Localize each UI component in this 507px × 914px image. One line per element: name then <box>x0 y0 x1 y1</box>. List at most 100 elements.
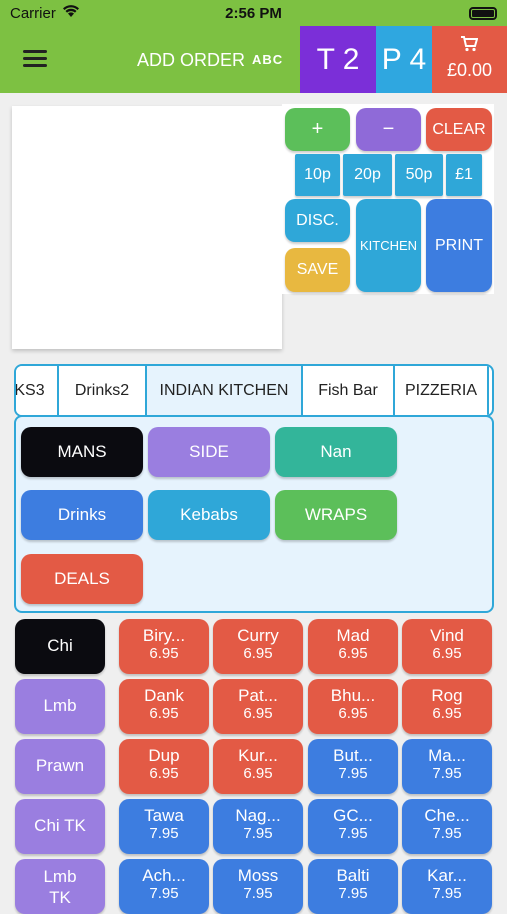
menu-item[interactable]: Biry... 6.95 <box>119 619 209 674</box>
meat-lamb-button[interactable]: Lmb <box>15 679 105 734</box>
10p-button[interactable]: 10p <box>295 154 340 196</box>
status-time: 2:56 PM <box>225 5 282 22</box>
menu-item[interactable]: Kar... 7.95 <box>402 859 492 914</box>
kitchen-tab-strip: KS3 Drinks2 INDIAN KITCHEN Fish Bar PIZZ… <box>14 364 494 417</box>
category-wraps[interactable]: WRAPS <box>275 490 397 540</box>
menu-item[interactable]: Ach... 7.95 <box>119 859 209 914</box>
item-name: Dank <box>144 686 184 705</box>
menu-item[interactable]: GC... 7.95 <box>308 799 398 854</box>
item-price: 7.95 <box>338 885 368 902</box>
meat-prawn-button[interactable]: Prawn <box>15 739 105 794</box>
20p-button[interactable]: 20p <box>343 154 392 196</box>
menu-item[interactable]: Kur... 6.95 <box>213 739 303 794</box>
item-price: 6.95 <box>338 645 368 662</box>
category-deals[interactable]: DEALS <box>21 554 143 604</box>
menu-item[interactable]: Ma... 7.95 <box>402 739 492 794</box>
50p-button[interactable]: 50p <box>395 154 443 196</box>
tab-drinks2[interactable]: Drinks2 <box>59 366 147 415</box>
meat-lamb-tikka-button[interactable]: Lmb TK <box>15 859 105 914</box>
item-price: 6.95 <box>243 645 273 662</box>
item-price: 6.95 <box>432 705 462 722</box>
abc-keyboard-icon[interactable]: ABC <box>252 52 283 67</box>
item-price: 7.95 <box>149 885 179 902</box>
item-name: Pat... <box>238 686 278 705</box>
menu-item[interactable]: Rog 6.95 <box>402 679 492 734</box>
item-price: 6.95 <box>338 705 368 722</box>
tab-pizzeria[interactable]: PIZZERIA <box>395 366 489 415</box>
item-name: Mad <box>336 626 370 645</box>
cart-button[interactable]: £0.00 <box>432 26 507 93</box>
item-name: Ach... <box>142 866 186 885</box>
item-price: 7.95 <box>243 885 273 902</box>
tab-fish-bar[interactable]: Fish Bar <box>303 366 395 415</box>
persons-button[interactable]: P 4 <box>376 26 432 93</box>
menu-item[interactable]: Curry 6.95 <box>213 619 303 674</box>
item-price: 6.95 <box>432 645 462 662</box>
tab-ks3[interactable]: KS3 <box>16 366 59 415</box>
item-name: Moss <box>237 866 279 885</box>
item-price: 7.95 <box>338 825 368 842</box>
meat-label: Chi TK <box>34 816 86 835</box>
save-button[interactable]: SAVE <box>285 248 350 292</box>
cart-total: £0.00 <box>446 60 493 80</box>
item-name: Dup <box>148 746 180 765</box>
discount-button[interactable]: DISC. <box>285 199 350 242</box>
item-name: Balti <box>336 866 370 885</box>
cart-icon <box>460 36 479 57</box>
item-name: Ma... <box>428 746 466 765</box>
item-price: 7.95 <box>432 885 462 902</box>
menu-item[interactable]: Moss 7.95 <box>213 859 303 914</box>
clear-button[interactable]: CLEAR <box>426 108 492 151</box>
item-name: Kur... <box>238 746 278 765</box>
menu-item[interactable]: Che... 7.95 <box>402 799 492 854</box>
category-nan[interactable]: Nan <box>275 427 397 477</box>
item-name: Nag... <box>235 806 281 825</box>
minus-button[interactable]: − <box>356 108 421 151</box>
category-drinks[interactable]: Drinks <box>21 490 143 540</box>
item-name: But... <box>333 746 373 765</box>
item-name: Bhu... <box>330 686 376 705</box>
item-price: 7.95 <box>149 825 179 842</box>
item-price: 7.95 <box>243 825 273 842</box>
meat-label: Chi <box>47 636 73 655</box>
item-price: 6.95 <box>243 705 273 722</box>
item-name: Che... <box>424 806 470 825</box>
item-name: Curry <box>237 626 279 645</box>
menu-item[interactable]: Mad 6.95 <box>308 619 398 674</box>
1-pound-button[interactable]: £1 <box>446 154 482 196</box>
menu-item[interactable]: But... 7.95 <box>308 739 398 794</box>
meat-chicken-tikka-button[interactable]: Chi TK <box>15 799 105 854</box>
header-bar: ADD ORDER ABC T 2 P 4 £0.00 <box>0 26 507 93</box>
table-number-button[interactable]: T 2 <box>300 26 376 93</box>
meat-label: Prawn <box>35 756 85 775</box>
menu-item[interactable]: Bhu... 6.95 <box>308 679 398 734</box>
menu-item[interactable]: Balti 7.95 <box>308 859 398 914</box>
item-name: Rog <box>431 686 463 705</box>
category-panel: MANS SIDE Nan Drinks Kebabs WRAPS DEALS <box>14 415 494 613</box>
menu-item[interactable]: Tawa 7.95 <box>119 799 209 854</box>
tab-indian-kitchen[interactable]: INDIAN KITCHEN <box>147 366 303 415</box>
plus-button[interactable]: + <box>285 108 350 151</box>
menu-icon[interactable] <box>23 50 47 68</box>
page-title: ADD ORDER <box>137 50 246 70</box>
item-price: 6.95 <box>149 645 179 662</box>
meat-chicken-button[interactable]: Chi <box>15 619 105 674</box>
meat-label: Lmb TK <box>43 867 77 907</box>
category-kebabs[interactable]: Kebabs <box>148 490 270 540</box>
kitchen-button[interactable]: KITCHEN <box>356 199 421 292</box>
item-name: Vind <box>430 626 464 645</box>
item-price: 7.95 <box>338 765 368 782</box>
category-mans[interactable]: MANS <box>21 427 143 477</box>
menu-item[interactable]: Pat... 6.95 <box>213 679 303 734</box>
battery-icon <box>469 7 497 20</box>
item-price: 7.95 <box>432 825 462 842</box>
menu-item[interactable]: Dup 6.95 <box>119 739 209 794</box>
print-button[interactable]: PRINT <box>426 199 492 292</box>
item-price: 6.95 <box>149 765 179 782</box>
menu-item[interactable]: Dank 6.95 <box>119 679 209 734</box>
item-name: Tawa <box>144 806 184 825</box>
category-side[interactable]: SIDE <box>148 427 270 477</box>
menu-item[interactable]: Vind 6.95 <box>402 619 492 674</box>
item-price: 6.95 <box>149 705 179 722</box>
menu-item[interactable]: Nag... 7.95 <box>213 799 303 854</box>
